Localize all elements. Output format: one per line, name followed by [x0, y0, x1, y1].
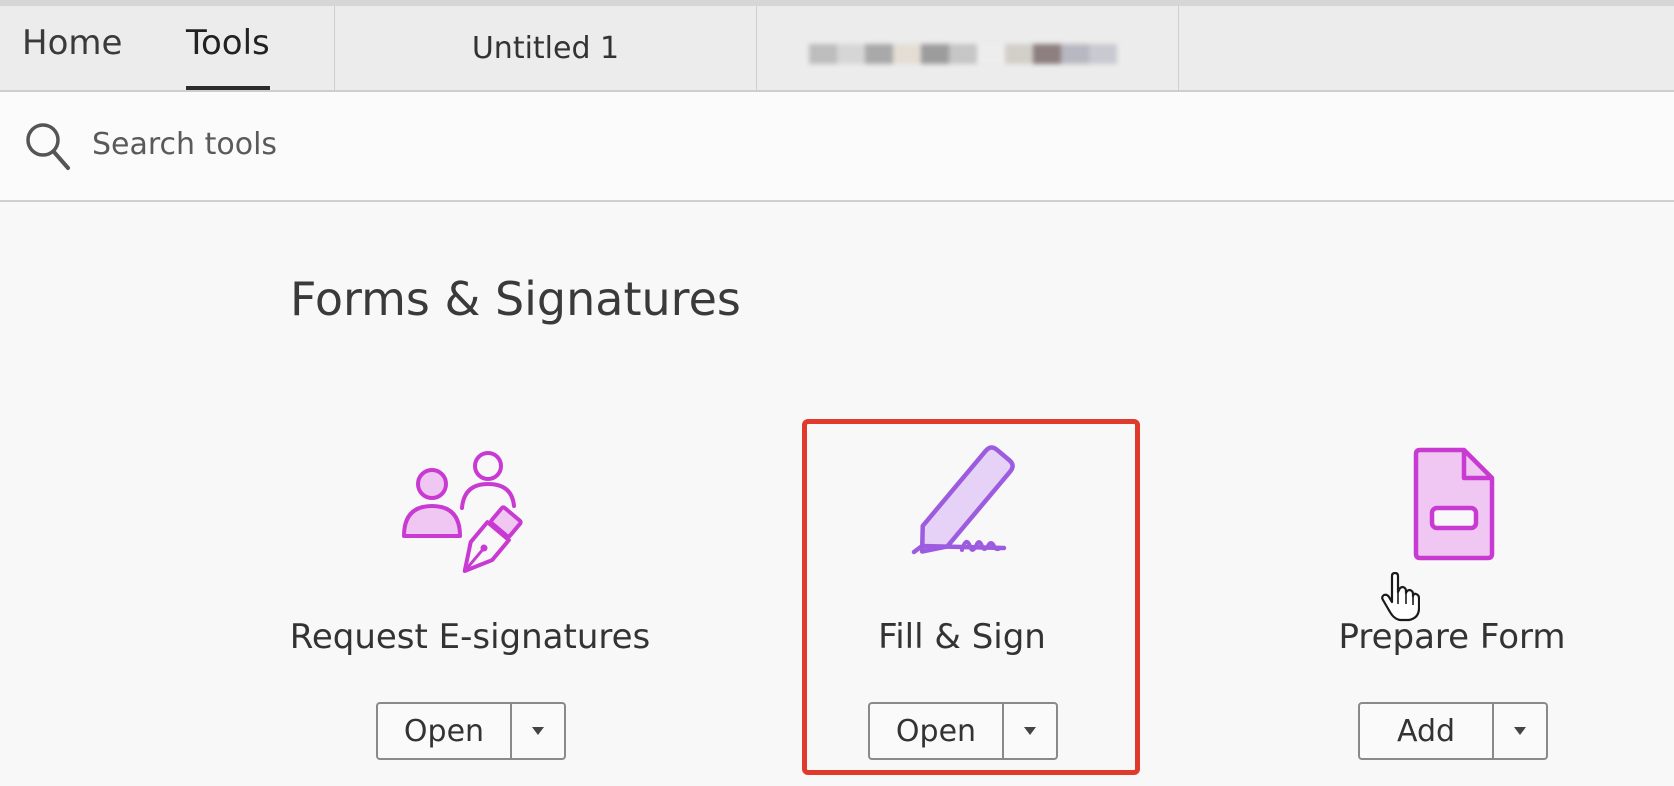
prepare-form-icon[interactable] — [1382, 440, 1522, 590]
search-tools-bar — [0, 92, 1674, 202]
tool-label-prepare-form: Prepare Form — [1338, 617, 1566, 657]
tool-label-fill-sign: Fill & Sign — [878, 617, 1046, 657]
tool-card-request-esignatures: Request E-signatures Open — [270, 430, 670, 770]
fill-sign-dropdown-button[interactable] — [1004, 704, 1056, 758]
tool-card-fill-sign: Fill & Sign Open — [762, 430, 1162, 770]
request-esignatures-split-button: Open — [376, 702, 566, 760]
prepare-form-add-button[interactable]: Add — [1360, 704, 1494, 758]
caret-down-icon — [1024, 727, 1036, 735]
document-tab-untitled-1[interactable]: Untitled 1 — [334, 6, 756, 90]
search-icon — [26, 123, 70, 170]
tab-separator — [1178, 6, 1179, 90]
request-esignatures-open-button[interactable]: Open — [378, 704, 512, 758]
section-title-forms-signatures: Forms & Signatures — [290, 272, 741, 326]
active-tab-indicator — [186, 86, 270, 90]
prepare-form-split-button: Add — [1358, 702, 1548, 760]
document-tab-label: Untitled 1 — [471, 31, 620, 66]
search-tools-input[interactable] — [92, 118, 692, 170]
caret-down-icon — [532, 727, 544, 735]
fill-sign-icon[interactable] — [892, 440, 1032, 590]
request-esignatures-icon[interactable] — [400, 440, 540, 590]
nav-tab-home[interactable]: Home — [22, 26, 122, 60]
redacted-document-name — [809, 44, 1117, 64]
fill-sign-split-button: Open — [868, 702, 1058, 760]
prepare-form-dropdown-button[interactable] — [1494, 704, 1546, 758]
document-tab-2[interactable] — [756, 6, 1178, 90]
tool-card-prepare-form: Prepare Form Add — [1252, 430, 1652, 770]
caret-down-icon — [1514, 727, 1526, 735]
top-tab-bar: Home Tools Untitled 1 — [0, 0, 1674, 92]
request-esignatures-dropdown-button[interactable] — [512, 704, 564, 758]
nav-tab-tools[interactable]: Tools — [186, 26, 270, 60]
tool-label-request-esignatures: Request E-signatures — [289, 617, 651, 657]
fill-sign-open-button[interactable]: Open — [870, 704, 1004, 758]
